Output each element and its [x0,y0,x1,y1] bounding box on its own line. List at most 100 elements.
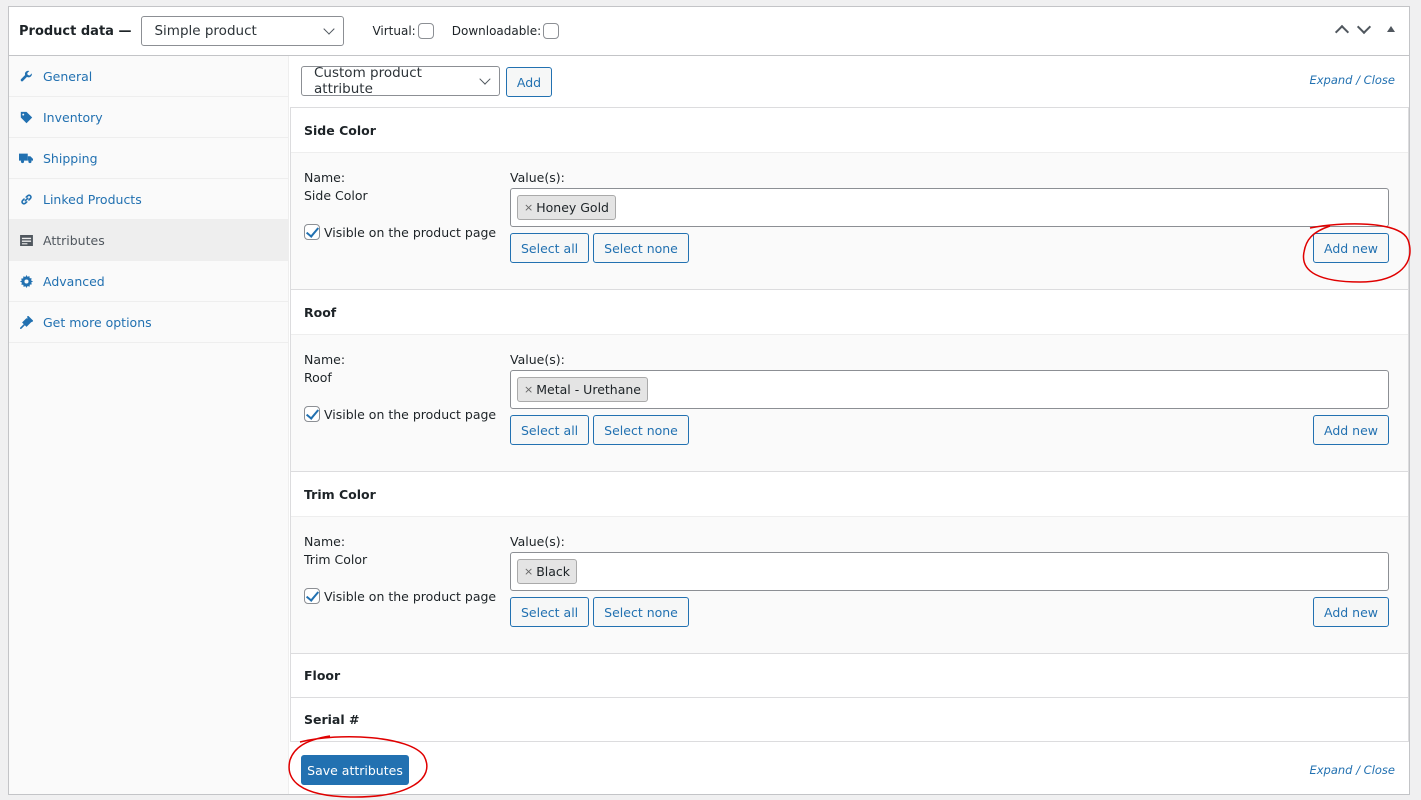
link-icon [19,192,33,206]
truck-icon [19,151,33,165]
close-all-link[interactable]: Close [1364,763,1395,777]
add-new-button[interactable]: Add new [1312,233,1389,263]
move-down-icon[interactable] [1356,19,1372,35]
attributes-panel: Custom product attribute Add Expand / Cl… [289,56,1409,794]
move-up-icon[interactable] [1334,24,1350,40]
remove-token-icon[interactable]: × [524,565,533,578]
tab-label: Attributes [43,232,105,248]
product-data-panel: Product data — Simple product Virtual: D… [8,6,1410,795]
plugin-icon [19,315,33,329]
token-label: Metal - Urethane [536,382,641,397]
attribute-body: Name: Roof Visible on the product page V… [291,334,1408,471]
visible-label: Visible on the product page [324,224,497,240]
attribute-trim-color: Trim Color Name: Trim Color Visible on t… [290,472,1409,654]
list-icon [19,233,33,247]
visible-checkbox-label[interactable]: Visible on the product page [304,588,496,604]
add-new-button[interactable]: Add new [1312,415,1389,445]
tab-label: Shipping [43,150,98,166]
expand-all-link[interactable]: Expand [1309,763,1352,777]
select-none-button[interactable]: Select none [593,233,689,263]
downloadable-checkbox-label[interactable]: Downloadable: [451,23,560,39]
select-all-button[interactable]: Select all [510,415,590,445]
attribute-title[interactable]: Roof [291,290,1408,334]
save-attributes-button[interactable]: Save attributes [301,755,409,785]
attribute-type-select[interactable]: Custom product attribute [301,65,500,97]
attribute-title[interactable]: Trim Color [291,472,1408,516]
add-attribute-button[interactable]: Add [506,67,552,97]
select-none-button[interactable]: Select none [593,597,689,627]
tab-linked-products[interactable]: Linked Products [9,179,288,220]
collapse-toggle-icon[interactable] [1387,26,1395,32]
wrench-icon [19,69,33,83]
visible-label: Visible on the product page [324,406,497,422]
attribute-body: Name: Side Color Visible on the product … [291,152,1408,289]
attribute-values-group: Value(s): × Honey Gold Select all Select… [510,170,1389,263]
tab-advanced[interactable]: Advanced [9,261,288,302]
visible-checkbox-label[interactable]: Visible on the product page [304,406,496,422]
attribute-serial[interactable]: Serial # [290,698,1409,742]
attribute-type-value: Custom product attribute [314,65,422,97]
tab-get-more-options[interactable]: Get more options [9,302,288,343]
tab-inventory[interactable]: Inventory [9,97,288,138]
remove-token-icon[interactable]: × [524,383,533,396]
visible-checkbox[interactable] [304,224,320,240]
attribute-values-group: Value(s): × Metal - Urethane Select all … [510,352,1389,445]
select-all-button[interactable]: Select all [510,597,590,627]
attribute-floor[interactable]: Floor [290,654,1409,698]
product-data-header: Product data — Simple product Virtual: D… [9,7,1409,56]
value-buttons: Select all Select none Add new [510,233,1389,263]
visible-label: Visible on the product page [324,588,497,604]
add-new-button[interactable]: Add new [1312,597,1389,627]
name-label: Name: [304,352,346,367]
separator: / [1356,763,1361,777]
separator: / [1356,73,1361,87]
tab-shipping[interactable]: Shipping [9,138,288,179]
token-label: Honey Gold [536,200,609,215]
downloadable-label: Downloadable: [451,24,542,38]
attribute-name: Side Color [304,188,368,203]
values-label: Value(s): [510,352,565,367]
attribute-side-color: Side Color Name: Side Color Visible on t… [290,107,1409,290]
chevron-down-icon [479,73,491,85]
select-all-button[interactable]: Select all [510,233,590,263]
name-label: Name: [304,534,346,549]
attribute-title[interactable]: Side Color [291,108,1408,152]
virtual-checkbox-label[interactable]: Virtual: [372,23,434,39]
attribute-roof: Roof Name: Roof Visible on the product p… [290,290,1409,472]
expand-close-links: Expand / Close [1309,73,1395,87]
expand-close-links: Expand / Close [1309,763,1395,777]
value-token: × Black [517,559,578,584]
product-data-title: Product data — [19,23,132,39]
values-input[interactable]: × Honey Gold [510,188,1389,227]
gear-icon [19,274,33,288]
attribute-values-group: Value(s): × Black Select all Select none… [510,534,1389,627]
visible-checkbox[interactable] [304,588,320,604]
attributes-footer: Save attributes Expand / Close [289,745,1409,794]
product-type-value: Simple product [154,23,257,39]
select-none-button[interactable]: Select none [593,415,689,445]
values-label: Value(s): [510,534,565,549]
product-data-tabs: General Inventory Shipping Linked Produc… [9,56,289,794]
value-token: × Metal - Urethane [517,377,648,402]
values-label: Value(s): [510,170,565,185]
attribute-name: Roof [304,370,332,385]
tab-general[interactable]: General [9,56,288,97]
tab-label: General [43,68,93,84]
values-input[interactable]: × Black [510,552,1389,591]
tab-attributes[interactable]: Attributes [9,220,288,261]
attribute-name: Trim Color [304,552,368,567]
close-all-link[interactable]: Close [1364,73,1395,87]
visible-checkbox-label[interactable]: Visible on the product page [304,224,496,240]
tab-label: Inventory [43,109,103,125]
attribute-name-group: Name: Side Color [304,170,368,203]
tab-label: Get more options [43,314,152,330]
value-buttons: Select all Select none Add new [510,415,1389,445]
downloadable-checkbox[interactable] [543,23,560,39]
product-type-select[interactable]: Simple product [141,16,345,46]
expand-all-link[interactable]: Expand [1309,73,1352,87]
values-input[interactable]: × Metal - Urethane [510,370,1389,409]
virtual-checkbox[interactable] [417,23,434,39]
remove-token-icon[interactable]: × [524,201,533,214]
visible-checkbox[interactable] [304,406,320,422]
token-label: Black [536,564,571,579]
